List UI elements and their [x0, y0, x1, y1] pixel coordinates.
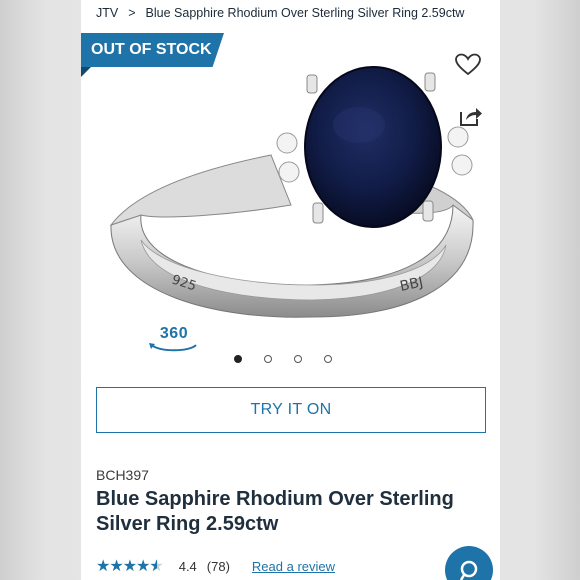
share-arrow-icon: [460, 108, 482, 126]
product-title: Blue Sapphire Rhodium Over Sterling Silv…: [96, 488, 454, 535]
share-button[interactable]: [456, 101, 486, 131]
breadcrumb-root-link[interactable]: JTV: [96, 6, 118, 20]
view-360-label: 360: [159, 325, 189, 342]
rotate-arc-icon: [149, 343, 197, 352]
breadcrumb: JTV > Blue Sapphire Rhodium Over Sterlin…: [96, 4, 464, 22]
out-of-stock-label: OUT OF STOCK: [91, 41, 212, 58]
rating-value: 4.4: [178, 558, 197, 574]
read-review-link[interactable]: Read a review: [252, 559, 335, 574]
heart-outline-icon: [455, 53, 481, 76]
carousel-dot[interactable]: [264, 355, 272, 363]
product-page: JTV > Blue Sapphire Rhodium Over Sterlin…: [81, 0, 500, 580]
rating-row: ★ ★ ★ ★ ★ 4.4 (78) Read a review: [96, 556, 335, 576]
try-it-on-button[interactable]: TRY IT ON: [96, 387, 486, 433]
ring-illustration: 925 BBJ: [109, 66, 474, 318]
chat-button[interactable]: [445, 546, 493, 580]
sapphire-stone: [304, 66, 442, 228]
carousel-dot[interactable]: [294, 355, 302, 363]
view-360-button[interactable]: 360: [146, 325, 202, 357]
chat-search-icon: [459, 560, 478, 580]
star-icon: ★: [136, 558, 150, 575]
product-image[interactable]: 925 BBJ: [101, 55, 481, 355]
star-icon: ★: [96, 558, 110, 575]
wishlist-button[interactable]: [453, 50, 483, 80]
product-sku: BCH397: [96, 467, 149, 483]
out-of-stock-badge: OUT OF STOCK: [81, 33, 224, 67]
carousel-dot[interactable]: [234, 355, 242, 363]
star-icon: ★: [109, 558, 123, 575]
carousel-dots: [234, 355, 332, 363]
rating-count[interactable]: (78): [207, 559, 230, 574]
star-icon: ★: [122, 558, 137, 575]
badge-fold: [81, 67, 91, 77]
star-rating: ★ ★ ★ ★ ★: [96, 556, 164, 576]
try-it-on-label: TRY IT ON: [250, 401, 332, 418]
carousel-dot[interactable]: [324, 355, 332, 363]
star-half-icon: ★: [149, 556, 163, 576]
breadcrumb-current: Blue Sapphire Rhodium Over Sterling Silv…: [145, 6, 465, 20]
breadcrumb-separator: >: [128, 6, 136, 20]
